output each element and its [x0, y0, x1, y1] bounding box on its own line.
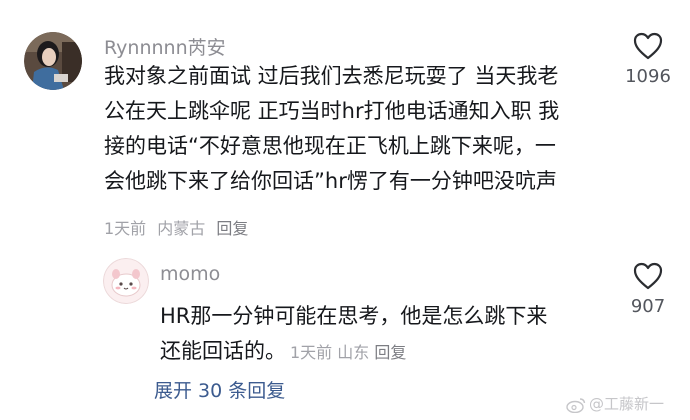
reply-time: 1天前: [290, 343, 333, 362]
reply-like-button[interactable]: 907: [608, 262, 688, 317]
reply-location: 山东: [337, 343, 370, 362]
like-button[interactable]: 1096: [608, 32, 688, 87]
comment-line: 会他跳下来了给你回话”hr愣了有一分钟吧没吭声: [104, 169, 557, 193]
watermark: @工藤新一: [566, 393, 664, 414]
watermark-text: @工藤新一: [589, 395, 665, 413]
like-count: 1096: [625, 66, 671, 87]
comment-thread: Rynnnnn芮安 我对象之前面试 过后我们去悉尼玩耍了 当天我老 公在天上跳伞…: [0, 0, 690, 420]
comment-line: 我对象之前面试 过后我们去悉尼玩耍了 当天我老: [104, 64, 559, 88]
weibo-logo-icon: [566, 397, 586, 413]
comment-time: 1天前: [104, 219, 147, 238]
reply-body: HR那一分钟可能在思考，他是怎么跳下来 还能回话的。 1天前 山东 回复: [160, 299, 547, 370]
reply-button[interactable]: 回复: [216, 219, 248, 238]
reply-avatar[interactable]: [103, 258, 149, 304]
reply-line: HR那一分钟可能在思考，他是怎么跳下来: [160, 304, 548, 328]
comment-body: 我对象之前面试 过后我们去悉尼玩耍了 当天我老 公在天上跳伞呢 正巧当时hr打他…: [104, 59, 559, 199]
comment-line: 接的电话“不好意思他现在正飞机上跳下来呢，一: [104, 134, 556, 158]
heart-outline-icon[interactable]: [633, 262, 663, 290]
reply-reply-button[interactable]: 回复: [374, 343, 406, 362]
reply-line: 还能回话的。: [160, 339, 286, 363]
username[interactable]: Rynnnnn芮安: [104, 33, 226, 60]
reply-username[interactable]: momo: [160, 263, 220, 285]
reply-meta: 1天前 山东 回复: [290, 343, 406, 362]
expand-replies-button[interactable]: 展开 30 条回复: [154, 376, 285, 403]
reply-line-with-meta: 还能回话的。 1天前 山东 回复: [160, 334, 547, 370]
reply-like-count: 907: [630, 296, 666, 317]
comment-location: 内蒙古: [157, 219, 206, 238]
heart-outline-icon[interactable]: [633, 32, 663, 60]
user-avatar[interactable]: [24, 32, 82, 90]
comment-meta: 1天前 内蒙古 回复: [104, 215, 254, 239]
comment-line: 公在天上跳伞呢 正巧当时hr打他电话通知入职 我: [104, 99, 560, 123]
